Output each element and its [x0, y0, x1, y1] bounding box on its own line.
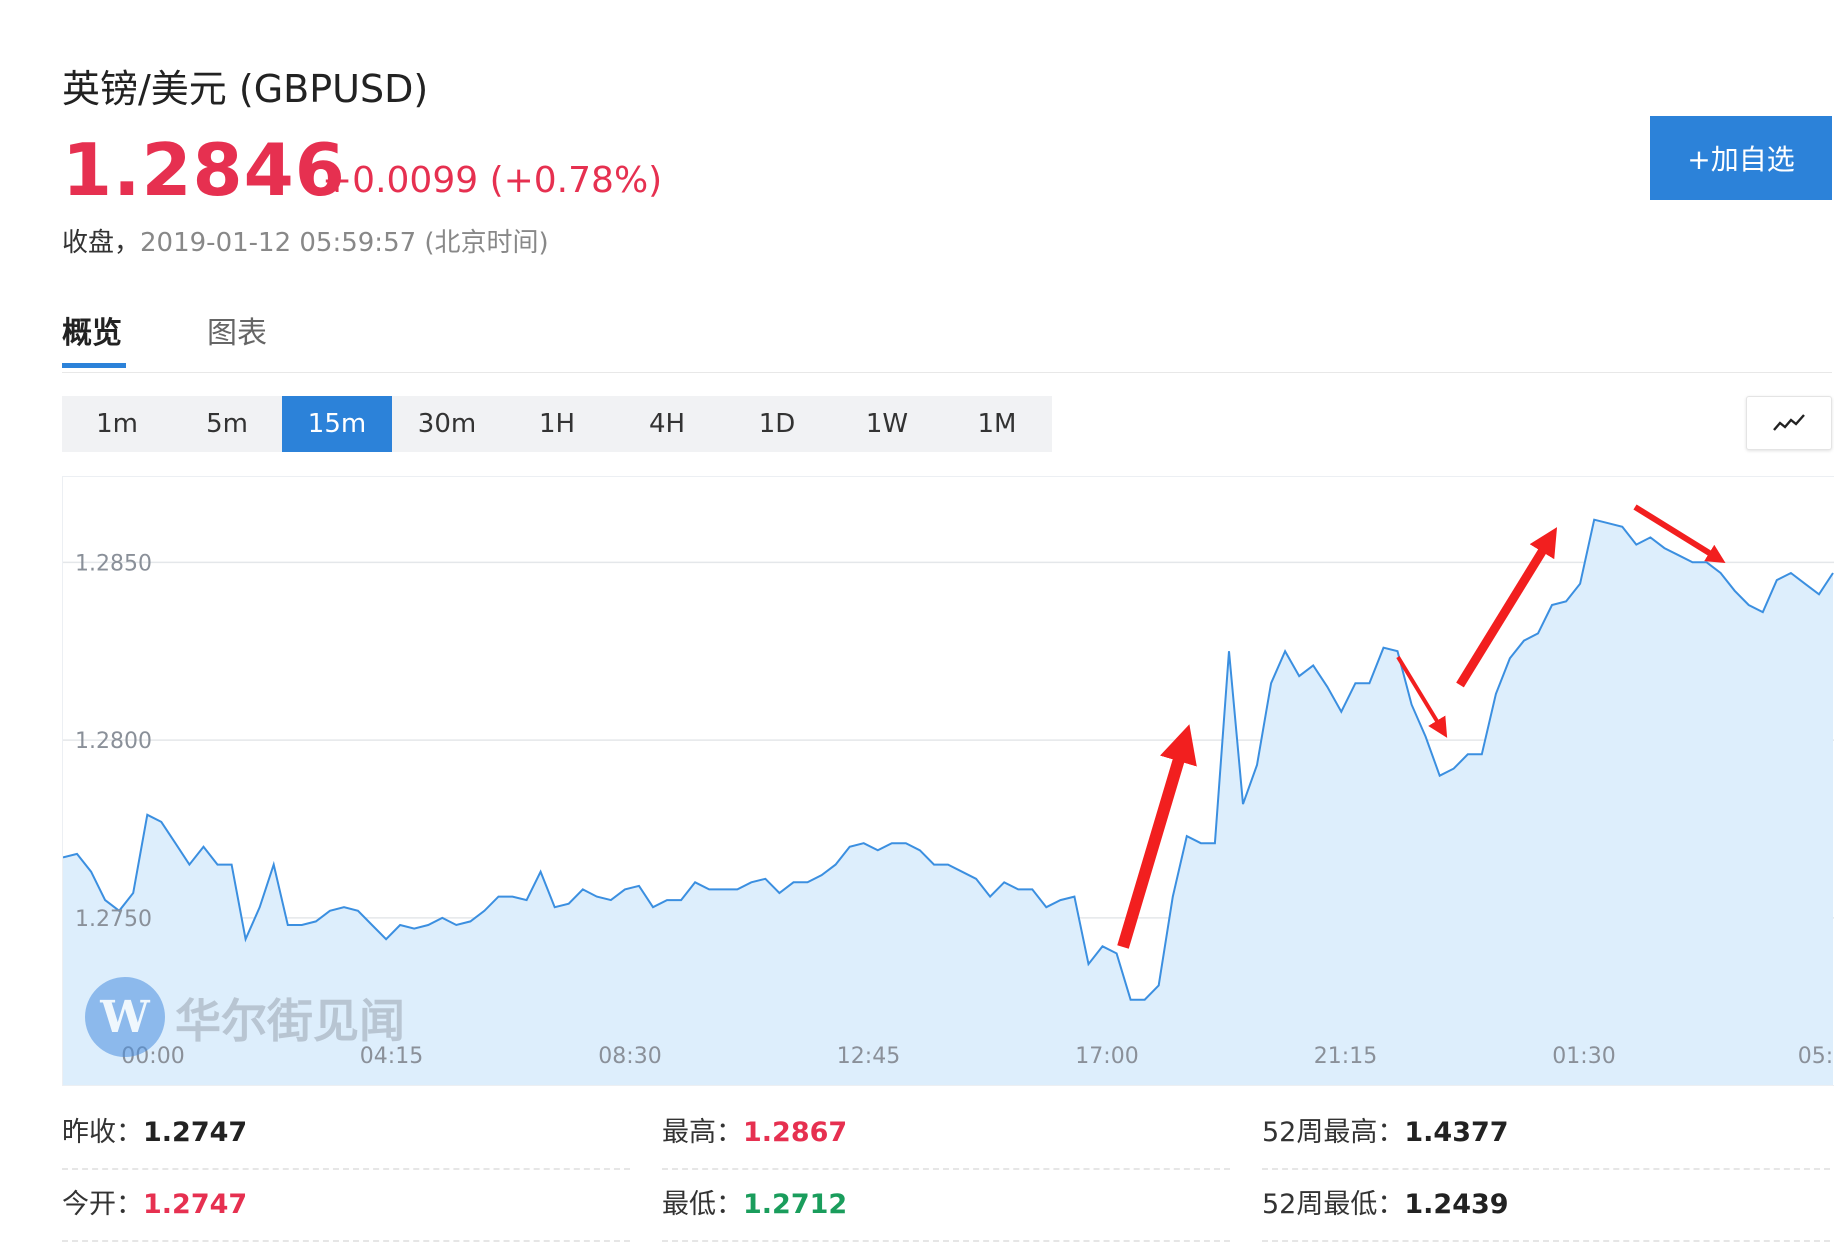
- y-tick-label: 1.2750: [75, 907, 152, 932]
- stat-value: 1.2747: [143, 1189, 248, 1220]
- interval-1d[interactable]: 1D: [722, 396, 832, 452]
- interval-1mo[interactable]: 1M: [942, 396, 1052, 452]
- y-tick-label: 1.2800: [75, 729, 152, 754]
- x-tick-label: 01:30: [1552, 1044, 1615, 1069]
- stat-52w-high: 52周最高：1.4377: [1262, 1110, 1830, 1170]
- x-tick-label: 17:00: [1075, 1044, 1138, 1069]
- stat-prev-close: 昨收：1.2747: [62, 1110, 630, 1170]
- stat-label: 昨收：: [62, 1117, 143, 1148]
- stat-value: 1.2747: [143, 1117, 248, 1148]
- close-status: 收盘，2019-01-12 05:59:57 (北京时间): [62, 222, 549, 259]
- close-label: 收盘，: [62, 228, 141, 258]
- stat-52w-low: 52周最低：1.2439: [1262, 1182, 1830, 1242]
- price-change: +0.0099 (+0.78%): [322, 160, 663, 201]
- x-tick-label: 08:30: [598, 1044, 661, 1069]
- interval-15m[interactable]: 15m: [282, 396, 392, 452]
- stat-high: 最高：1.2867: [662, 1110, 1230, 1170]
- stat-low: 最低：1.2712: [662, 1182, 1230, 1242]
- tab-overview[interactable]: 概览: [62, 308, 122, 352]
- stat-label: 52周最高：: [1262, 1117, 1405, 1148]
- page-title: 英镑/美元 (GBPUSD): [62, 67, 429, 111]
- stat-label: 最低：: [662, 1189, 743, 1220]
- chart-svg[interactable]: 1.28501.28001.2750 00:00 04:15 08:30 12:45 1…: [63, 477, 1834, 1085]
- price-chart[interactable]: 1.2850 1.2800 1.2750 00:00 04:15 08:30 12:45 1…: [62, 476, 1834, 1086]
- x-tick-label: 12:45: [837, 1044, 900, 1069]
- x-tick-label: 05:4: [1798, 1044, 1834, 1069]
- current-price: 1.2846: [62, 128, 346, 212]
- interval-1h[interactable]: 1H: [502, 396, 612, 452]
- interval-1m[interactable]: 1m: [62, 396, 172, 452]
- stat-value: 1.4377: [1404, 1117, 1509, 1148]
- active-tab-indicator: [62, 363, 126, 368]
- interval-1w[interactable]: 1W: [832, 396, 942, 452]
- interval-selector: 1m 5m 15m 30m 1H 4H 1D 1W 1M: [62, 396, 1052, 452]
- watermark-text: 华尔街见闻: [175, 994, 405, 1048]
- close-time: 2019-01-12 05:59:57 (北京时间): [140, 228, 549, 258]
- stat-value: 1.2867: [743, 1117, 848, 1148]
- tab-chart[interactable]: 图表: [207, 308, 267, 352]
- x-tick-label: 21:15: [1314, 1044, 1377, 1069]
- svg-text:W: W: [99, 992, 150, 1043]
- stat-open: 今开：1.2747: [62, 1182, 630, 1242]
- interval-30m[interactable]: 30m: [392, 396, 502, 452]
- chart-type-button[interactable]: [1746, 396, 1832, 450]
- stat-value: 1.2712: [743, 1189, 848, 1220]
- tab-bar: 概览 图表: [62, 300, 1832, 373]
- stat-label: 52周最低：: [1262, 1189, 1405, 1220]
- interval-5m[interactable]: 5m: [172, 396, 282, 452]
- stat-label: 今开：: [62, 1189, 143, 1220]
- y-tick-label: 1.2850: [75, 551, 152, 576]
- interval-4h[interactable]: 4H: [612, 396, 722, 452]
- add-watchlist-button[interactable]: +加自选: [1650, 116, 1832, 200]
- stat-label: 最高：: [662, 1117, 743, 1148]
- line-chart-icon: [1773, 414, 1805, 431]
- stat-value: 1.2439: [1404, 1189, 1509, 1220]
